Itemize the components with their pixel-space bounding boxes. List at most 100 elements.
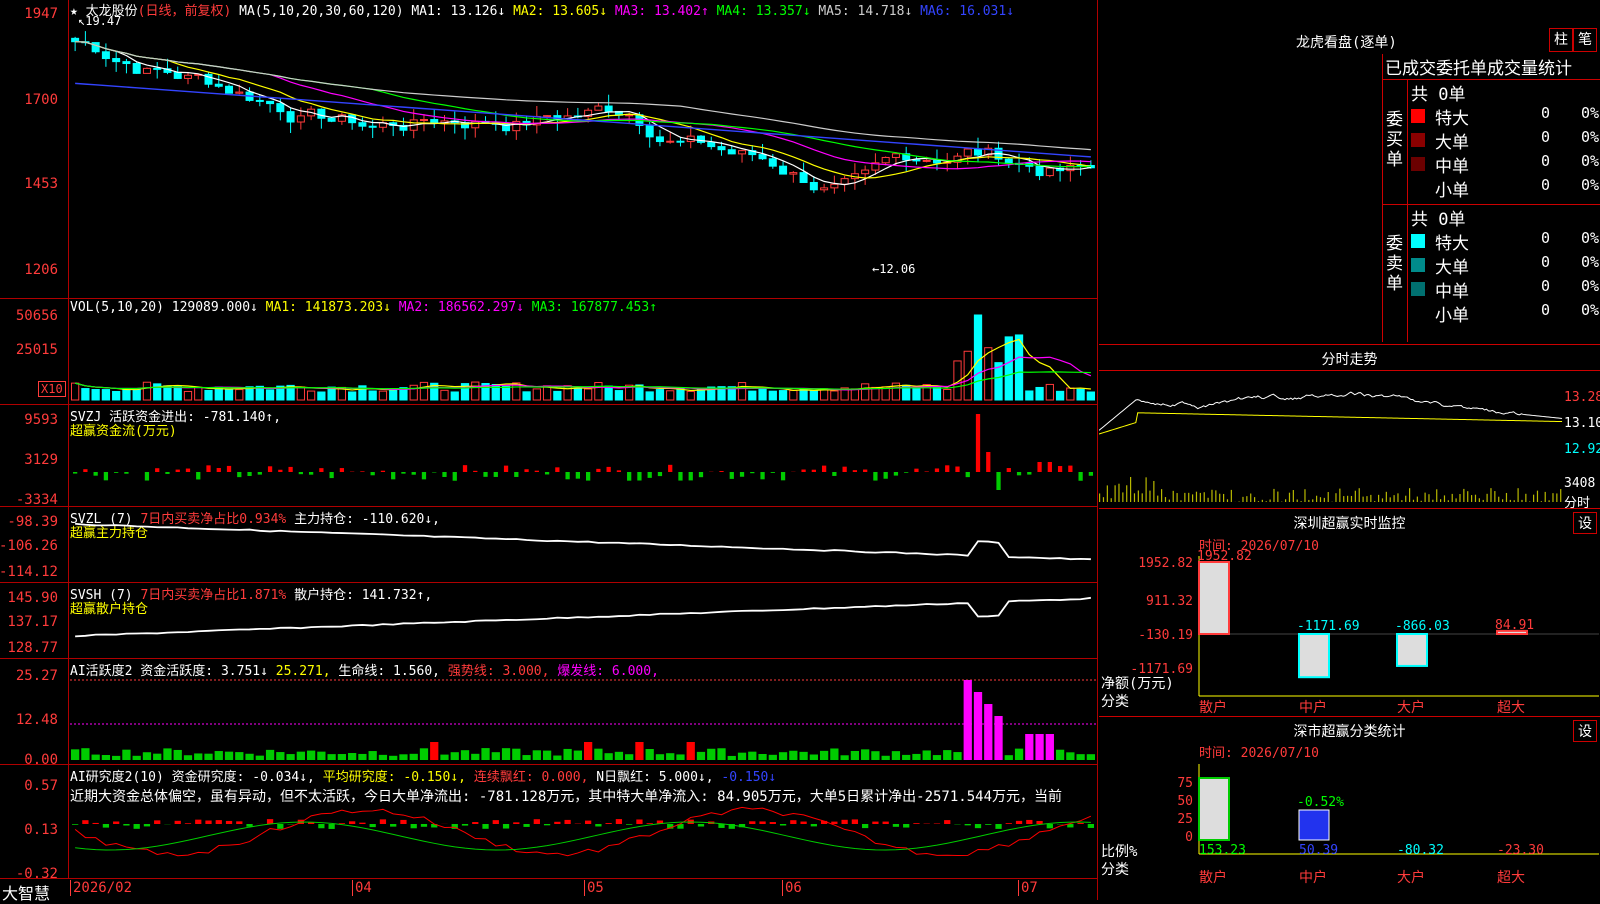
x-tick: 07 bbox=[1018, 880, 1038, 896]
buy-order-label: 委买单 bbox=[1386, 110, 1406, 170]
research-bar bbox=[1088, 824, 1094, 828]
intraday-vol-bar bbox=[1421, 501, 1422, 502]
legend-swatch bbox=[1411, 133, 1425, 147]
intraday-vol-bar bbox=[1370, 495, 1371, 502]
fund-flow-chart[interactable] bbox=[70, 408, 1096, 504]
candle-body bbox=[102, 52, 109, 59]
flow-bar bbox=[935, 468, 939, 472]
research-bar bbox=[606, 823, 612, 824]
activity-bar bbox=[71, 749, 79, 760]
intraday-tick-low: 12.92 bbox=[1564, 442, 1600, 457]
row-label: 大单 bbox=[1435, 128, 1469, 153]
monitor-chart[interactable]: 1952.82911.32-130.19-1171.691952.82-1171… bbox=[1099, 550, 1600, 716]
row-pct: 0% bbox=[1581, 152, 1599, 170]
intraday-vol-bar bbox=[1134, 493, 1135, 502]
retail-position-chart[interactable] bbox=[70, 584, 1096, 658]
flow-bar bbox=[535, 471, 539, 472]
y-tick: -114.12 bbox=[0, 564, 58, 580]
class-settings-button[interactable]: 设 bbox=[1573, 720, 1597, 742]
research-bar bbox=[462, 824, 468, 826]
research-bar bbox=[893, 824, 899, 827]
activity-bar bbox=[994, 716, 1002, 760]
row-label: 中单 bbox=[1435, 152, 1469, 177]
row-count: 0 bbox=[1541, 277, 1550, 295]
volume-bar bbox=[349, 392, 356, 400]
intraday-vol-bar bbox=[1343, 496, 1344, 502]
svzj-y-axis: 95933129-3334 bbox=[0, 406, 62, 506]
activity-bar bbox=[574, 751, 582, 760]
research-chart[interactable] bbox=[70, 780, 1096, 876]
flow-bar bbox=[299, 472, 303, 474]
chart-area[interactable]: ★ 太龙股份(日线，前复权) MA(5,10,20,30,60,120) MA1… bbox=[0, 0, 1098, 900]
activity-bar bbox=[440, 755, 448, 760]
activity-bar bbox=[163, 748, 171, 760]
volume-bar bbox=[1036, 387, 1043, 400]
research-bar bbox=[72, 824, 78, 825]
activity-bar bbox=[646, 749, 654, 760]
intraday-vol-bar bbox=[1157, 496, 1158, 502]
monitor-settings-button[interactable]: 设 bbox=[1573, 512, 1597, 534]
candle-body bbox=[759, 155, 766, 159]
intraday-vol-bar bbox=[1386, 492, 1387, 502]
row-label: 特大 bbox=[1435, 104, 1469, 129]
row-pct: 0% bbox=[1581, 253, 1599, 271]
class-chart[interactable]: 7550250-0.52%153.2350.39-80.32-23.30比例%分… bbox=[1099, 758, 1600, 900]
bar-mode-button[interactable]: 柱 bbox=[1549, 28, 1573, 52]
volume-chart[interactable] bbox=[70, 312, 1096, 402]
buy-rows: 特大00%大单00%中单00%小单00% bbox=[1411, 104, 1600, 204]
intraday-vol-bar bbox=[1448, 500, 1449, 502]
intraday-vol-bar bbox=[1514, 500, 1515, 502]
flow-bar bbox=[740, 472, 744, 477]
y-tick: -3334 bbox=[16, 492, 58, 508]
research-bar bbox=[800, 822, 806, 824]
intraday-chart[interactable] bbox=[1099, 372, 1564, 507]
activity-bar bbox=[851, 751, 859, 760]
flow-bar bbox=[576, 472, 580, 479]
activity-bar bbox=[984, 704, 992, 760]
candle-body bbox=[800, 173, 807, 183]
candle-body bbox=[718, 147, 725, 150]
tick-mode-button[interactable]: 笔 bbox=[1573, 28, 1597, 52]
volume-bar bbox=[656, 390, 663, 400]
flow-bar bbox=[719, 471, 723, 472]
activity-bar bbox=[748, 752, 756, 760]
intraday-vol-bar bbox=[1390, 497, 1391, 502]
intraday-vol-bar bbox=[1556, 493, 1557, 502]
monitor-category: 大户 bbox=[1397, 699, 1425, 716]
activity-bar bbox=[245, 754, 253, 760]
sell-row: 大单00% bbox=[1411, 253, 1600, 277]
longhu-title: 龙虎看盘(逐单) bbox=[1296, 32, 1397, 52]
monitor-bar bbox=[1299, 634, 1329, 677]
flow-bar bbox=[247, 472, 251, 476]
intraday-vol-bar bbox=[1417, 497, 1418, 502]
research-bar bbox=[944, 820, 950, 824]
intraday-vol-bar bbox=[1521, 500, 1522, 502]
volume-bar bbox=[113, 391, 120, 400]
monitor-value: 1952.82 bbox=[1197, 550, 1252, 564]
flow-bar bbox=[453, 472, 457, 481]
activity-chart[interactable] bbox=[70, 674, 1096, 762]
flow-bar bbox=[145, 472, 149, 481]
intraday-vol-bar bbox=[1208, 498, 1209, 502]
brand-label: 大智慧 bbox=[2, 880, 50, 904]
intraday-vol-bar bbox=[1494, 491, 1495, 502]
intraday-price-line bbox=[1099, 392, 1562, 430]
flow-bar bbox=[206, 465, 210, 472]
flow-bar bbox=[781, 472, 785, 480]
candle-body bbox=[544, 116, 551, 117]
ma-line bbox=[75, 42, 1091, 150]
volume-bar bbox=[667, 391, 674, 400]
x-tick: 2026/02 bbox=[70, 880, 132, 896]
candlestick-chart[interactable] bbox=[70, 16, 1096, 296]
intraday-vol-bar bbox=[1200, 493, 1201, 502]
flow-bar bbox=[104, 472, 108, 480]
y-tick: 1700 bbox=[24, 92, 58, 108]
class-category: 大户 bbox=[1397, 869, 1425, 886]
volume-bar bbox=[1046, 384, 1053, 400]
candle-body bbox=[677, 141, 684, 142]
activity-bar bbox=[728, 756, 736, 760]
research-bar bbox=[862, 824, 868, 828]
activity-bar bbox=[912, 754, 920, 760]
intraday-vol-bar bbox=[1401, 500, 1402, 502]
main-position-chart[interactable] bbox=[70, 508, 1096, 582]
